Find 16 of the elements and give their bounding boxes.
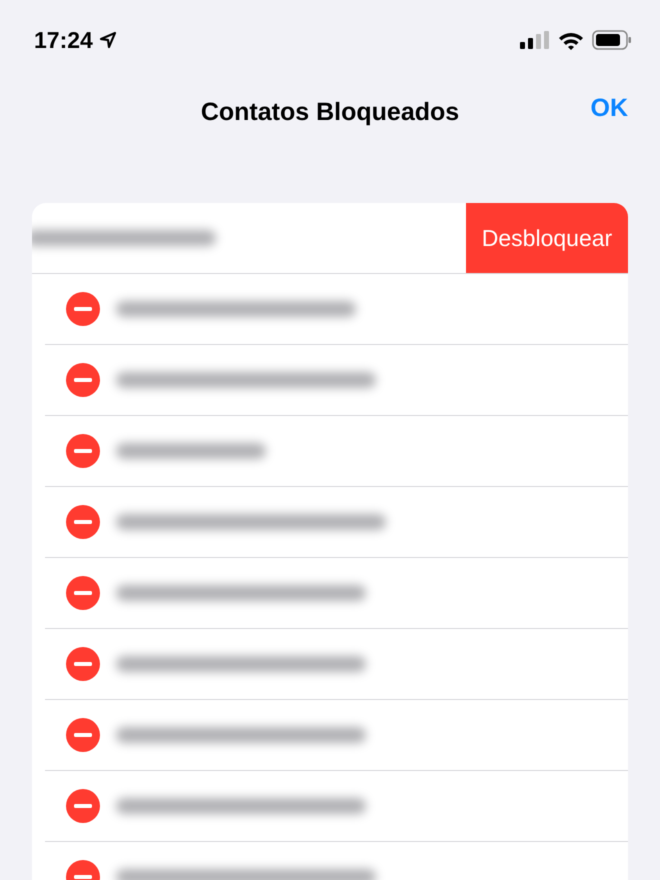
wifi-icon bbox=[558, 30, 584, 50]
remove-icon[interactable] bbox=[66, 292, 100, 326]
ok-button[interactable]: OK bbox=[590, 94, 628, 123]
screen-title: Contatos Bloqueados bbox=[200, 98, 460, 126]
remove-icon[interactable] bbox=[66, 576, 100, 610]
unblock-button[interactable]: Desbloquear bbox=[466, 203, 628, 273]
location-arrow-icon bbox=[98, 31, 117, 49]
remove-icon[interactable] bbox=[66, 647, 100, 681]
signal-icon bbox=[520, 31, 550, 49]
battery-icon bbox=[592, 30, 632, 50]
remove-icon[interactable] bbox=[66, 718, 100, 752]
clock-time: 17:24 bbox=[34, 26, 93, 54]
remove-icon[interactable] bbox=[66, 434, 100, 468]
remove-icon[interactable] bbox=[66, 363, 100, 397]
remove-icon[interactable] bbox=[66, 789, 100, 823]
remove-icon[interactable] bbox=[66, 505, 100, 539]
